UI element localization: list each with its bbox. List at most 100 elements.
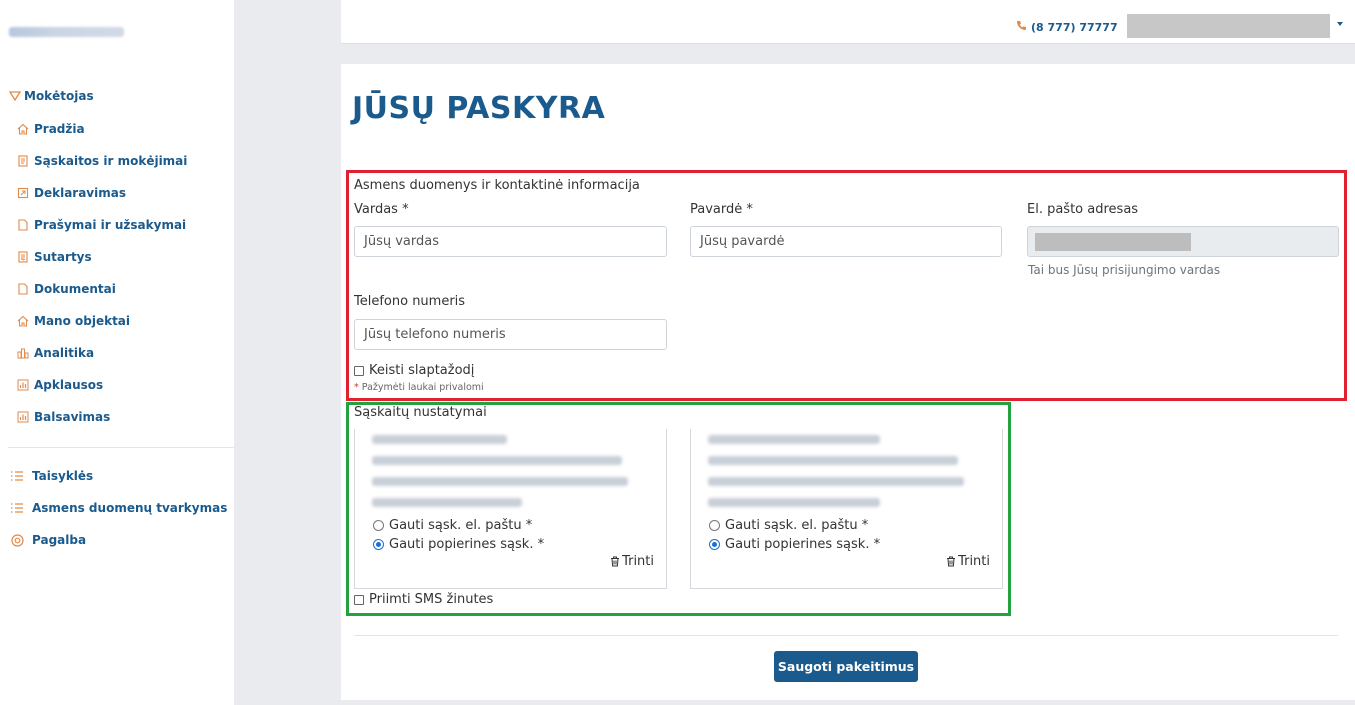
sidebar-item-label: Asmens duomenų tvarkymas xyxy=(32,501,228,515)
sidebar-item-sutartys[interactable]: Sutartys xyxy=(17,241,187,273)
chart-icon xyxy=(17,411,29,423)
required-asterisk: * xyxy=(354,382,359,393)
change-password-label: Keisti slaptažodį xyxy=(369,363,475,378)
contract-icon xyxy=(17,251,29,263)
last-name-label: Pavardė * xyxy=(690,202,753,217)
sms-label: Priimti SMS žinutes xyxy=(369,592,494,607)
triangle-down-icon xyxy=(9,91,21,101)
sidebar-item-label: Pradžia xyxy=(34,122,85,136)
account-address-redacted xyxy=(708,435,964,519)
account-address-redacted xyxy=(372,435,628,519)
radio-button[interactable] xyxy=(373,520,384,531)
list-icon xyxy=(10,469,24,483)
logo[interactable] xyxy=(9,27,124,37)
chevron-down-icon[interactable] xyxy=(1337,22,1343,26)
phone-placeholder: Jūsų telefono numeris xyxy=(364,327,506,342)
account-card: JŪSŲ PASKYRA Asmens duomenys ir kontakti… xyxy=(341,64,1355,700)
document-icon xyxy=(17,219,29,231)
billing-account-card: Gauti sąsk. el. paštu * Gauti popierines… xyxy=(354,429,667,589)
support-phone[interactable]: (8 777) 77777 xyxy=(1016,20,1118,34)
trash-icon xyxy=(611,556,620,567)
sidebar-item-label: Taisyklės xyxy=(32,469,94,483)
radio-button[interactable] xyxy=(373,539,384,550)
email-value-redacted xyxy=(1035,232,1191,251)
sidebar-item-label: Pagalba xyxy=(32,533,87,547)
save-changes-button[interactable]: Saugoti pakeitimus xyxy=(774,651,918,682)
divider xyxy=(354,635,1338,636)
sidebar-item-pradzia[interactable]: Pradžia xyxy=(17,113,187,145)
chart-icon xyxy=(17,379,29,391)
sidebar-item-deklaravimas[interactable]: Deklaravimas xyxy=(17,177,187,209)
phone-label: Telefono numeris xyxy=(354,294,466,309)
radio-button[interactable] xyxy=(709,520,720,531)
declaration-icon xyxy=(17,187,29,199)
phone-icon xyxy=(1016,20,1027,34)
sidebar: Mokėtojas Pradžia Sąskaitos ir mokėjimai… xyxy=(0,0,234,705)
sidebar-item-apklausos[interactable]: Apklausos xyxy=(17,369,187,401)
checkbox[interactable] xyxy=(354,365,364,376)
sidebar-item-asmens-duomenu[interactable]: Asmens duomenų tvarkymas xyxy=(10,492,227,524)
sidebar-item-label: Apklausos xyxy=(34,378,104,392)
sidebar-section-label: Mokėtojas xyxy=(24,89,94,103)
sidebar-item-saskaitos[interactable]: Sąskaitos ir mokėjimai xyxy=(17,145,187,177)
first-name-placeholder: Jūsų vardas xyxy=(364,234,439,249)
required-fields-note: * Pažymėti laukai privalomi xyxy=(354,382,484,393)
sms-checkbox[interactable]: Priimti SMS žinutes xyxy=(354,592,493,607)
page-title: JŪSŲ PASKYRA xyxy=(352,91,606,126)
trash-icon xyxy=(947,556,956,567)
delete-account-button[interactable]: Trinti xyxy=(946,554,990,569)
sidebar-item-mano-objektai[interactable]: Mano objektai xyxy=(17,305,187,337)
billing-section-title: Sąskaitų nustatymai xyxy=(354,405,487,420)
billing-account-card: Gauti sąsk. el. paštu * Gauti popierines… xyxy=(690,429,1003,589)
invoice-icon xyxy=(17,155,29,167)
sidebar-item-label: Deklaravimas xyxy=(34,186,126,200)
email-hint: Tai bus Jūsų prisijungimo vardas xyxy=(1028,263,1221,277)
user-menu[interactable] xyxy=(1127,14,1330,38)
top-bar: (8 777) 77777 xyxy=(341,0,1355,44)
delete-label: Trinti xyxy=(622,554,654,569)
first-name-input[interactable]: Jūsų vardas xyxy=(354,226,667,257)
sidebar-menu: Pradžia Sąskaitos ir mokėjimai Deklaravi… xyxy=(17,113,187,433)
radio-button[interactable] xyxy=(709,539,720,550)
sidebar-item-label: Balsavimas xyxy=(34,410,111,424)
sidebar-item-analitika[interactable]: Analitika xyxy=(17,337,187,369)
paper-invoice-label: Gauti popierines sąsk. * xyxy=(725,537,881,552)
sidebar-item-label: Prašymai ir užsakymai xyxy=(34,218,187,232)
email-invoice-label: Gauti sąsk. el. paštu * xyxy=(725,518,869,533)
sidebar-item-prasymai[interactable]: Prašymai ir užsakymai xyxy=(17,209,187,241)
sidebar-item-label: Analitika xyxy=(34,346,95,360)
phone-number: (8 777) 77777 xyxy=(1031,20,1118,34)
sidebar-item-label: Mano objektai xyxy=(34,314,131,328)
email-invoice-option[interactable]: Gauti sąsk. el. paštu * xyxy=(709,518,868,533)
home-icon xyxy=(17,123,29,135)
sidebar-section-payer[interactable]: Mokėtojas xyxy=(9,89,94,103)
chart-icon xyxy=(17,347,29,359)
last-name-input[interactable]: Jūsų pavardė xyxy=(690,226,1002,257)
delete-label: Trinti xyxy=(958,554,990,569)
phone-input[interactable]: Jūsų telefono numeris xyxy=(354,319,667,350)
paper-invoice-option[interactable]: Gauti popierines sąsk. * xyxy=(373,537,544,552)
sidebar-item-dokumentai[interactable]: Dokumentai xyxy=(17,273,187,305)
email-label: El. pašto adresas xyxy=(1027,202,1139,217)
sidebar-item-taisykles[interactable]: Taisyklės xyxy=(10,460,227,492)
sidebar-secondary-menu: Taisyklės Asmens duomenų tvarkymas Pagal… xyxy=(10,460,227,556)
document-icon xyxy=(17,283,29,295)
sidebar-item-pagalba[interactable]: Pagalba xyxy=(10,524,227,556)
email-invoice-label: Gauti sąsk. el. paštu * xyxy=(389,518,533,533)
checkbox[interactable] xyxy=(354,594,364,605)
delete-account-button[interactable]: Trinti xyxy=(610,554,654,569)
email-invoice-option[interactable]: Gauti sąsk. el. paštu * xyxy=(373,518,532,533)
sidebar-item-balsavimas[interactable]: Balsavimas xyxy=(17,401,187,433)
list-icon xyxy=(10,501,24,515)
email-field xyxy=(1027,226,1339,257)
sidebar-item-label: Sąskaitos ir mokėjimai xyxy=(34,154,188,168)
required-note-text: Pažymėti laukai privalomi xyxy=(361,382,484,393)
paper-invoice-option[interactable]: Gauti popierines sąsk. * xyxy=(709,537,880,552)
home-icon xyxy=(17,315,29,327)
sidebar-item-label: Dokumentai xyxy=(34,282,116,296)
change-password-checkbox[interactable]: Keisti slaptažodį xyxy=(354,363,474,378)
personal-section-title: Asmens duomenys ir kontaktinė informacij… xyxy=(354,178,640,193)
sidebar-divider xyxy=(8,447,234,448)
sidebar-item-label: Sutartys xyxy=(34,250,92,264)
paper-invoice-label: Gauti popierines sąsk. * xyxy=(389,537,545,552)
